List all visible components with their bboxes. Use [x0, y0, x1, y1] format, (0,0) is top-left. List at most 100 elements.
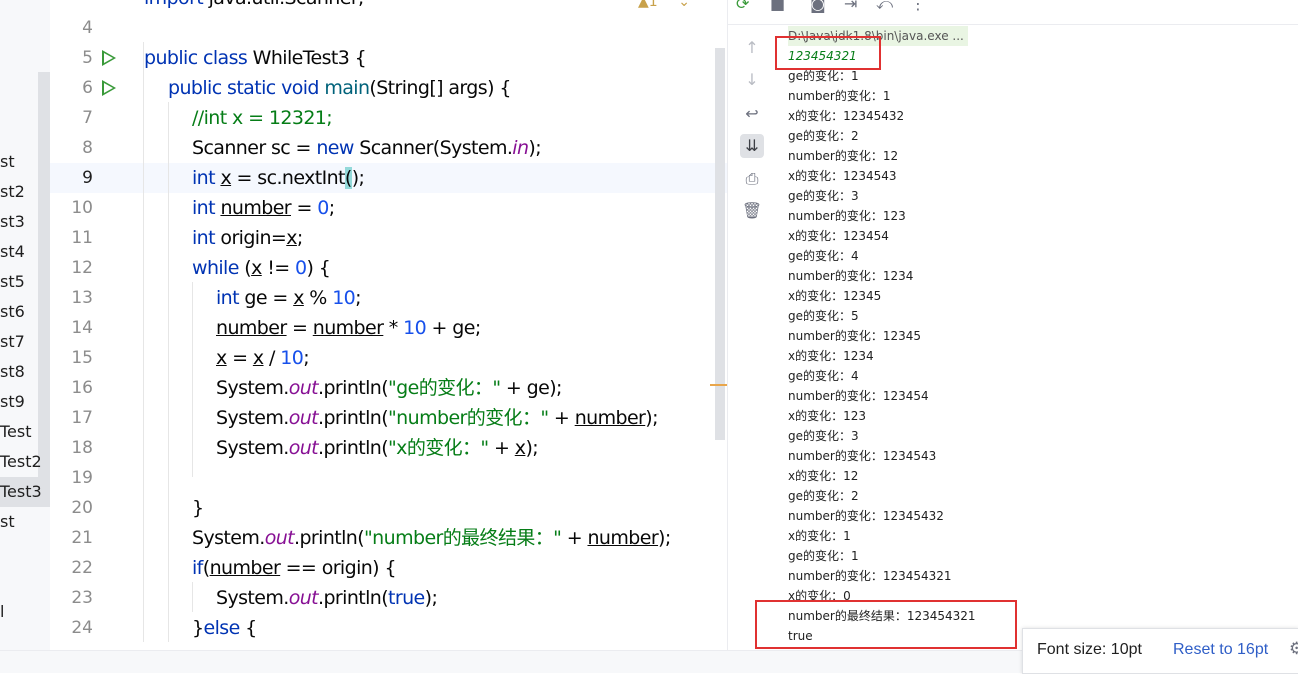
console-output-line: number的变化：12345 — [788, 329, 922, 343]
code-line[interactable]: Scanner sc = new Scanner(System.in); — [192, 133, 542, 163]
code-line[interactable]: System.out.println(true); — [216, 583, 438, 613]
console-output-line: number的变化：12345432 — [788, 509, 944, 523]
code-editor[interactable]: ▲1 ⌃ ⌄ 4 5 6 7 8 9 10 11 12 13 14 15 16 … — [50, 0, 727, 650]
soft-wrap-icon[interactable]: ↩ — [740, 102, 764, 126]
run-class-icon[interactable] — [102, 50, 116, 66]
console-output-line: ge的变化：1 — [788, 549, 859, 563]
stop-icon[interactable]: ■ — [770, 0, 785, 13]
code-line[interactable]: if(number == origin) { — [192, 553, 397, 583]
line-number: 19 — [71, 468, 93, 488]
restore-icon[interactable]: ⤺ — [876, 0, 893, 14]
run-main-icon[interactable] — [102, 80, 116, 96]
console-output-line: number的变化：12 — [788, 149, 899, 163]
code-line[interactable]: while (x != 0) { — [192, 253, 331, 283]
console-output-line: number的变化：1 — [788, 89, 891, 103]
inspection-widget[interactable]: ▲1 ⌃ ⌄ — [638, 0, 690, 10]
code-line[interactable]: System.out.println("number的变化：" + number… — [216, 403, 658, 433]
tree-item[interactable]: Test2 — [0, 447, 42, 477]
reset-font-size-link[interactable]: Reset to 16pt — [1173, 641, 1268, 659]
console-output-line: x的变化：1234543 — [788, 169, 897, 183]
more-icon[interactable]: ⋮ — [910, 0, 926, 13]
project-tree-panel: st st2 st3 st4 st5 st6 st7 st8 st9 Test … — [0, 0, 50, 650]
code-line[interactable]: }else { — [192, 613, 257, 643]
console-output-line: ge的变化：3 — [788, 189, 859, 203]
console-output-line: number的变化：123454321 — [788, 569, 952, 583]
code-line[interactable]: int x = sc.nextInt(); — [192, 163, 365, 193]
line-number: 18 — [71, 438, 93, 458]
line-number: 14 — [71, 318, 93, 338]
line-number: 5 — [82, 48, 93, 68]
console-output-line: x的变化：12 — [788, 469, 859, 483]
line-number: 20 — [71, 498, 93, 518]
current-line-highlight — [50, 163, 727, 193]
code-line[interactable]: number = number * 10 + ge; — [216, 313, 481, 343]
tree-item[interactable]: st4 — [0, 237, 25, 267]
code-line[interactable]: } — [192, 493, 204, 523]
code-line[interactable]: public class WhileTest3 { — [144, 43, 367, 73]
print-icon[interactable]: ⎙ — [740, 167, 764, 191]
trash-icon[interactable]: 🗑 — [740, 199, 764, 223]
code-line[interactable]: System.out.println("number的最终结果：" + numb… — [192, 523, 671, 553]
indent-guide — [192, 582, 193, 612]
camera-icon[interactable]: ◙ — [810, 0, 826, 13]
line-number: 6 — [82, 78, 93, 98]
line-number-current: 9 — [82, 168, 93, 188]
code-line[interactable]: int number = 0; — [192, 193, 335, 223]
down-arrow-icon[interactable]: ↓ — [740, 68, 764, 92]
tree-item[interactable]: st6 — [0, 297, 25, 327]
console-output-line: x的变化：12345 — [788, 289, 882, 303]
tree-item[interactable]: st8 — [0, 357, 25, 387]
tree-item[interactable]: st3 — [0, 207, 25, 237]
tree-scrollbar[interactable] — [38, 72, 50, 490]
line-number: 24 — [71, 618, 93, 638]
console-output-line: x的变化：123 — [788, 409, 867, 423]
tree-item[interactable]: st — [0, 507, 15, 537]
tree-item[interactable]: l — [0, 597, 4, 627]
code-line[interactable]: import java.util.Scanner; — [144, 0, 364, 13]
console-output-line: ge的变化：4 — [788, 249, 859, 263]
scroll-to-end-icon[interactable]: ⇊ — [740, 134, 764, 158]
console-output-line: number的变化：123454 — [788, 389, 929, 403]
console-output-line: ge的变化：2 — [788, 489, 859, 503]
code-line[interactable]: x = x / 10; — [216, 343, 310, 373]
tree-item[interactable]: st7 — [0, 327, 25, 357]
line-number: 23 — [71, 588, 93, 608]
console-output-line: number的变化：123 — [788, 209, 906, 223]
code-line[interactable]: System.out.println("ge的变化：" + ge); — [216, 373, 562, 403]
console-output-line: ge的变化：5 — [788, 309, 859, 323]
tree-item[interactable]: st — [0, 147, 15, 177]
console-output-line: ge的变化：2 — [788, 129, 859, 143]
code-line[interactable]: int origin=x; — [192, 223, 303, 253]
line-number: 8 — [82, 138, 93, 158]
tree-item[interactable]: st2 — [0, 177, 25, 207]
code-line[interactable]: System.out.println("x的变化：" + x); — [216, 433, 539, 463]
console-output-line: x的变化：1234 — [788, 349, 874, 363]
line-number: 7 — [82, 108, 93, 128]
console-output-line: ge的变化：3 — [788, 429, 859, 443]
up-arrow-icon[interactable]: ↑ — [740, 36, 764, 60]
editor-scrollbar[interactable] — [715, 48, 725, 440]
font-size-label: Font size: 10pt — [1037, 641, 1142, 658]
line-number: 21 — [71, 528, 93, 548]
annotation-box-input — [775, 36, 881, 70]
tree-item[interactable]: Test — [0, 417, 32, 447]
line-number: 11 — [71, 228, 93, 248]
console-output-line: number的变化：1234 — [788, 269, 914, 283]
line-number: 10 — [71, 198, 93, 218]
error-stripe-mark[interactable] — [710, 384, 727, 386]
annotation-box-result — [755, 600, 1017, 649]
code-line[interactable]: int ge = x % 10; — [216, 283, 362, 313]
console-output-line: number的变化：1234543 — [788, 449, 937, 463]
code-line[interactable]: //int x = 12321; — [192, 103, 333, 133]
line-number: 16 — [71, 378, 93, 398]
exit-icon[interactable]: ⇥ — [844, 0, 857, 13]
code-line[interactable]: public static void main(String[] args) { — [168, 73, 511, 103]
tree-item[interactable]: st5 — [0, 267, 25, 297]
run-console: ⟳ ■ ◙ ⇥ ⤺ ⋮ ↑ ↓ ↩ ⇊ ⎙ 🗑 D:\Java\jdk1.8\b… — [727, 0, 1298, 650]
indent-guide — [192, 282, 193, 477]
gear-icon[interactable]: ⚙ — [1289, 639, 1298, 659]
rerun-icon[interactable]: ⟳ — [736, 0, 749, 13]
console-output-line: x的变化：123454 — [788, 229, 889, 243]
tree-item[interactable]: st9 — [0, 387, 25, 417]
tree-item-selected[interactable]: Test3 — [0, 477, 42, 507]
